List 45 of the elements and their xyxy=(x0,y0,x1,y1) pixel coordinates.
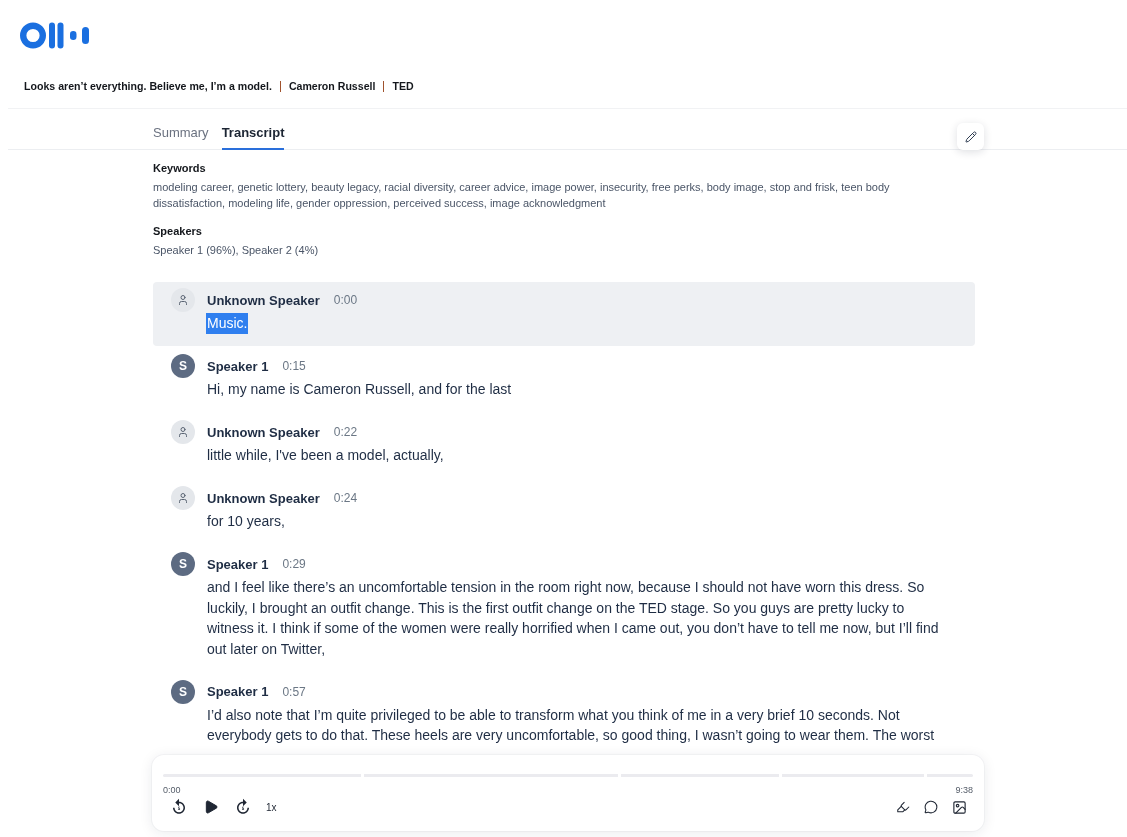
user-icon xyxy=(171,288,195,312)
pencil-icon xyxy=(964,130,977,143)
speaker-label: Unknown Speaker xyxy=(207,424,320,440)
speaker-label: Speaker 1 xyxy=(207,684,269,699)
comment-icon xyxy=(924,800,938,814)
transcript-text: little while, I've been a model, actually, xyxy=(207,446,445,465)
avatar: S xyxy=(171,552,195,576)
tab[interactable]: Transcript xyxy=(221,109,285,150)
transcript-text: for 10 years, xyxy=(207,512,286,531)
transcript-text: I’d also note that I’m quite privileged to be able to transform what you think of me in a very brief 10 seconds. Not everybody gets to do that. These heels are very uncomfortable, so good thing, I wasn’t going to wear them. The worst xyxy=(207,705,936,745)
logo-icon xyxy=(20,22,90,49)
transcript-text: Hi, my name is Cameron Russell, and for the last xyxy=(207,380,513,399)
highlighter-icon xyxy=(896,800,910,814)
timestamp: 0:15 xyxy=(282,359,306,373)
speaker-label: Unknown Speaker xyxy=(207,292,320,308)
section-heading: Speakers xyxy=(153,224,203,239)
transcript-text: Music. xyxy=(206,313,249,334)
source-name: TED xyxy=(392,79,414,94)
rewind-icon xyxy=(170,798,188,816)
image-icon xyxy=(951,799,967,815)
tab[interactable]: Summary xyxy=(153,109,209,150)
avatar: S xyxy=(171,354,195,378)
speaker-name: Cameron Russell xyxy=(288,79,376,94)
timestamp: 0:24 xyxy=(333,491,358,505)
keywords-text: modeling career, genetic lottery, beauty legacy, racial diversity, career advice, image power, insecurity, free perks, body image, stop and frisk, teen body dissatisfaction, modeling life, gender oppression, perceived success, image acknowledgment xyxy=(153,180,891,211)
edit-button[interactable] xyxy=(957,123,984,150)
speaker-label: Speaker 1 xyxy=(207,556,269,572)
timestamp: 0:00 xyxy=(333,293,358,307)
timestamp: 0:22 xyxy=(333,425,358,439)
forward-icon xyxy=(234,798,252,816)
user-icon xyxy=(171,486,195,510)
timestamp: 0:29 xyxy=(282,557,306,571)
speaker-label: Unknown Speaker xyxy=(207,490,320,506)
section-heading: Keywords xyxy=(153,161,207,176)
transcript-entry[interactable]: Unknown Speaker 0:00 Music. xyxy=(153,282,975,346)
speed-button[interactable]: 1x xyxy=(262,796,281,818)
timestamp: 0:57 xyxy=(282,684,306,699)
elapsed-time: 0:00 xyxy=(163,785,181,796)
speakers-text: Speaker 1 (96%), Speaker 2 (4%) xyxy=(153,243,320,258)
duration-time: 9:38 xyxy=(955,785,973,796)
speaker-label: Speaker 1 xyxy=(207,358,269,374)
avatar: S xyxy=(171,679,195,704)
recording-title: Looks aren’t everything. Believe me, I’m a model. xyxy=(24,79,272,94)
transcript-text: and I feel like there’s an uncomfortable tension in the room right now, because I should not have worn this dress. So luckily, I brought an outfit change. This is the first outfit change on the TED stage. So you guys are pretty lucky to witness it. I think if some of the women were really horrified when I came out, you don’t have to tell me now, but I’ll find out later on Twitter, xyxy=(207,578,940,659)
user-icon xyxy=(171,420,195,444)
